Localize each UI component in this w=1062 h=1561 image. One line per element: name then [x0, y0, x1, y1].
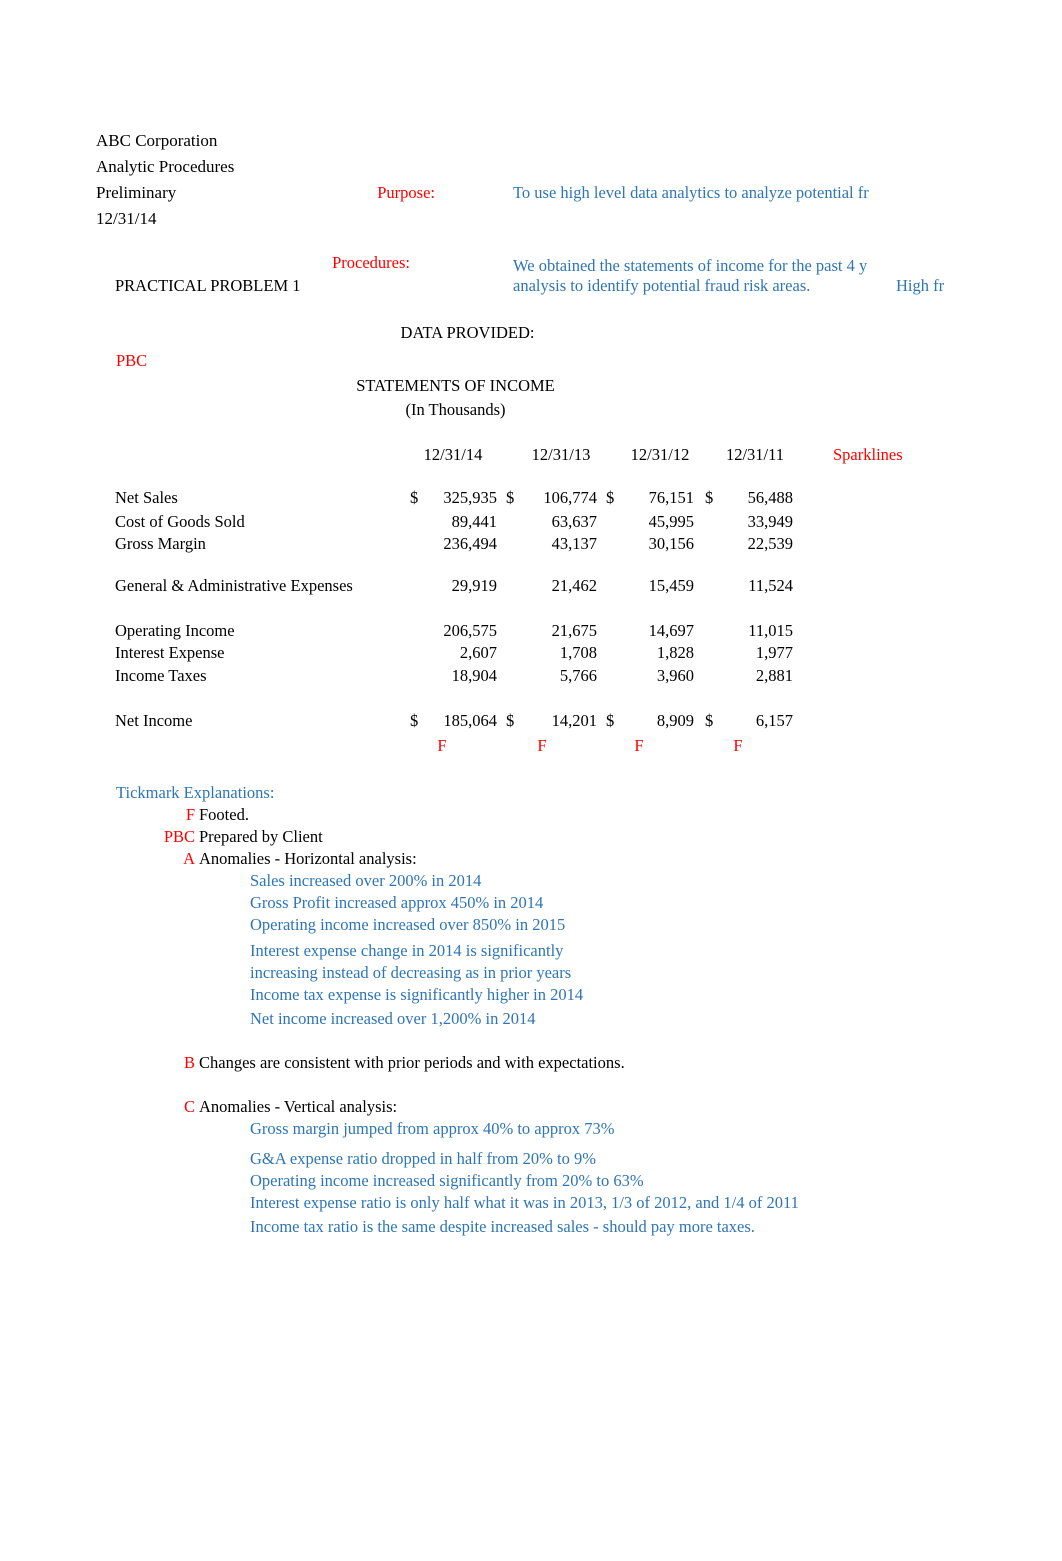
purpose-text: To use high level data analytics to anal…	[513, 183, 869, 202]
column-header-3: 12/31/12	[630, 445, 690, 464]
table-cell-value: 56,488	[747, 488, 793, 507]
tickmark-symbol: C	[183, 1097, 195, 1116]
row-label: Cost of Goods Sold	[115, 512, 245, 531]
tickmark-sub-item: Gross Profit increased approx 450% in 20…	[250, 893, 544, 912]
purpose-label: Purpose:	[377, 183, 435, 202]
table-cell-value: 106,774	[543, 488, 597, 507]
table-cell-value: 1,708	[559, 643, 597, 662]
company-name: ABC Corporation	[96, 131, 218, 150]
tickmark-symbol: F	[185, 805, 195, 824]
row-label: Net Sales	[115, 488, 178, 507]
table-cell-value: 2,607	[459, 643, 497, 662]
tickmark-sub-item: Interest expense ratio is only half what…	[250, 1193, 799, 1212]
table-cell-value: 14,201	[551, 711, 597, 730]
tickmark-description: Changes are consistent with prior period…	[199, 1053, 625, 1072]
procedures-label: Procedures:	[332, 253, 410, 272]
problem-title: PRACTICAL PROBLEM 1	[115, 276, 301, 295]
footed-tickmark: F	[537, 736, 547, 755]
tickmark-sub-item: Interest expense change in 2014 is signi…	[250, 941, 564, 960]
table-cell-value: 45,995	[648, 512, 694, 531]
table-cell-value: 3,960	[656, 666, 694, 685]
tickmark-sub-item: increasing instead of decreasing as in p…	[250, 963, 572, 982]
table-cell-value: 6,157	[755, 711, 793, 730]
table-cell-value: 33,949	[747, 512, 793, 531]
row-label: Income Taxes	[115, 666, 207, 685]
row-label: Operating Income	[115, 621, 235, 640]
procedures-line-2: analysis to identify potential fraud ris…	[513, 276, 811, 295]
table-cell-value: 14,697	[648, 621, 694, 640]
table-cell-value: 5,766	[559, 666, 597, 685]
tickmark-description: Prepared by Client	[199, 827, 323, 846]
table-cell-value: 11,524	[748, 576, 793, 595]
table-cell-value: 30,156	[648, 534, 694, 553]
table-cell-value: 15,459	[648, 576, 694, 595]
worksheet-page: ABC Corporation Analytic Procedures Prel…	[0, 0, 1062, 1561]
tickmark-symbol: B	[183, 1053, 195, 1072]
table-cell-value: 76,151	[648, 488, 694, 507]
row-label: Interest Expense	[115, 643, 225, 662]
table-cell-value: 18,904	[451, 666, 497, 685]
table-cell-value: 1,977	[755, 643, 793, 662]
footed-tickmark: F	[634, 736, 644, 755]
tickmark-explanations-heading: Tickmark Explanations:	[116, 783, 275, 802]
table-cell-value: 21,675	[551, 621, 597, 640]
workpaper-stage: Preliminary	[96, 183, 177, 202]
tickmark-sub-item: Net income increased over 1,200% in 2014	[250, 1009, 536, 1028]
tickmark-symbol: A	[183, 849, 195, 868]
tickmark-sub-item: G&A expense ratio dropped in half from 2…	[250, 1149, 596, 1168]
table-cell-value: 11,015	[748, 621, 793, 640]
table-cell-value: 21,462	[551, 576, 597, 595]
tickmark-description: Anomalies - Vertical analysis:	[199, 1097, 398, 1116]
table-cell-value: 185,064	[443, 711, 497, 730]
table-cell-value: 206,575	[443, 621, 497, 640]
column-header-4: 12/31/11	[725, 445, 785, 464]
table-cell-value: 89,441	[451, 512, 497, 531]
statement-title: STATEMENTS OF INCOME	[356, 376, 555, 395]
sparklines-header: Sparklines	[833, 445, 903, 464]
tickmark-sub-item: Operating income increased significantly…	[250, 1171, 644, 1190]
statement-subtitle: (In Thousands)	[405, 400, 506, 419]
row-label: General & Administrative Expenses	[115, 576, 353, 595]
table-cell-value: 29,919	[451, 576, 497, 595]
row-label: Net Income	[115, 711, 193, 730]
footed-tickmark: F	[437, 736, 447, 755]
table-cell-value: 236,494	[443, 534, 497, 553]
tickmark-symbol: PBC	[163, 827, 195, 846]
table-cell-value: 8,909	[656, 711, 694, 730]
tickmark-sub-item: Operating income increased over 850% in …	[250, 915, 566, 934]
table-cell-value: 43,137	[551, 534, 597, 553]
tickmark-sub-item: Income tax expense is significantly high…	[250, 985, 584, 1004]
tickmark-description: Footed.	[199, 805, 249, 824]
period-end-date: 12/31/14	[96, 209, 157, 228]
footed-tickmark: F	[733, 736, 743, 755]
procedures-line-3: High fr	[896, 276, 945, 295]
tickmark-sub-item: Income tax ratio is the same despite inc…	[250, 1217, 755, 1236]
procedures-line-1: We obtained the statements of income for…	[513, 256, 868, 275]
data-provided-heading: DATA PROVIDED:	[400, 323, 535, 342]
table-cell-value: 1,828	[656, 643, 694, 662]
workpaper-type: Analytic Procedures	[96, 157, 235, 176]
row-label: Gross Margin	[115, 534, 206, 553]
column-header-2: 12/31/13	[531, 445, 591, 464]
pbc-marker: PBC	[116, 351, 148, 370]
table-cell-value: 63,637	[551, 512, 597, 531]
table-cell-value: 22,539	[747, 534, 793, 553]
table-cell-value: 325,935	[443, 488, 497, 507]
column-header-1: 12/31/14	[423, 445, 483, 464]
tickmark-sub-item: Gross margin jumped from approx 40% to a…	[250, 1119, 615, 1138]
table-cell-value: 2,881	[755, 666, 793, 685]
tickmark-description: Anomalies - Horizontal analysis:	[199, 849, 417, 868]
tickmark-sub-item: Sales increased over 200% in 2014	[250, 871, 482, 890]
